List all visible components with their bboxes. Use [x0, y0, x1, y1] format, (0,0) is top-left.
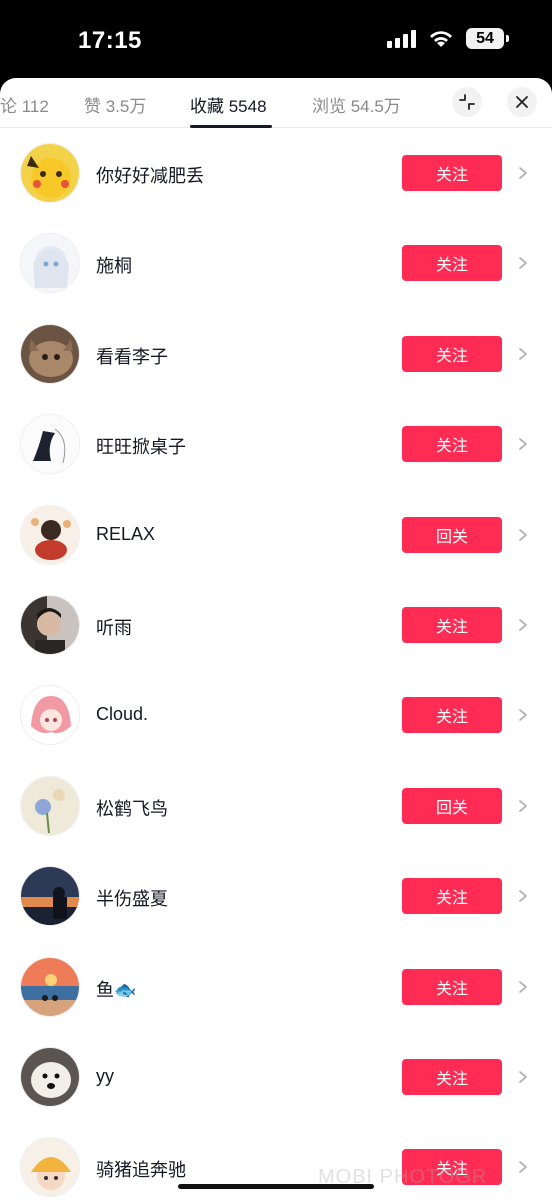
avatar[interactable] — [20, 233, 80, 294]
follow-button[interactable]: 关注 — [402, 335, 502, 372]
battery-level: 54 — [476, 29, 494, 47]
favorites-sheet: 论 112 赞 3.5万 收藏 5548 浏览 54.5万 你好好减肥丢 关注 施桐… — [0, 78, 552, 1200]
chevron-right-icon[interactable] — [516, 799, 530, 813]
chevron-right-icon[interactable] — [516, 618, 530, 632]
follow-button[interactable]: 关注 — [402, 697, 502, 734]
follow-button[interactable]: 关注 — [402, 426, 502, 463]
home-indicator[interactable] — [178, 1184, 374, 1189]
user-name[interactable]: Cloud. — [96, 704, 148, 725]
chevron-right-icon[interactable] — [516, 980, 530, 994]
list-item[interactable]: 半伤盛夏 关注 — [0, 851, 552, 941]
collapse-button[interactable] — [452, 87, 482, 117]
chevron-right-icon[interactable] — [516, 528, 530, 542]
chevron-right-icon[interactable] — [516, 708, 530, 722]
follow-back-button[interactable]: 回关 — [402, 787, 502, 824]
avatar[interactable] — [20, 956, 80, 1017]
list-item[interactable]: 施桐 关注 — [0, 218, 552, 308]
follow-button[interactable]: 关注 — [402, 968, 502, 1005]
user-name[interactable]: 半伤盛夏 — [96, 885, 168, 911]
user-name[interactable]: 鱼🐟 — [96, 976, 136, 1002]
tab-favorites[interactable]: 收藏 5548 — [190, 92, 267, 117]
wifi-icon — [430, 30, 452, 47]
avatar[interactable] — [20, 866, 80, 927]
chevron-right-icon[interactable] — [516, 1160, 530, 1174]
avatar[interactable] — [20, 594, 80, 655]
avatar[interactable] — [20, 143, 80, 203]
cellular-signal-icon — [387, 29, 416, 48]
tab-views[interactable]: 浏览 54.5万 — [312, 92, 401, 117]
follow-button[interactable]: 关注 — [402, 155, 502, 191]
list-item[interactable]: 听雨 关注 — [0, 580, 552, 670]
user-list: 你好好减肥丢 关注 施桐 关注 看看李子 关注 旺旺掀桌子 关注 RELAX 回关 听雨 关注 Clou… — [0, 128, 552, 1200]
follow-back-button[interactable]: 回关 — [402, 516, 502, 553]
list-item[interactable]: 鱼🐟 关注 — [0, 942, 552, 1032]
status-bar: 17:15 54 — [0, 0, 552, 80]
list-item[interactable]: 你好好减肥丢 关注 — [0, 128, 552, 218]
chevron-right-icon[interactable] — [516, 166, 530, 180]
avatar[interactable] — [20, 504, 80, 565]
list-item[interactable]: 看看李子 关注 — [0, 309, 552, 399]
user-name[interactable]: RELAX — [96, 524, 155, 545]
avatar[interactable] — [20, 1137, 80, 1198]
list-item[interactable]: yy 关注 — [0, 1032, 552, 1122]
chevron-right-icon[interactable] — [516, 347, 530, 361]
collapse-icon — [459, 94, 475, 110]
user-name[interactable]: 听雨 — [96, 614, 132, 640]
close-button[interactable] — [507, 87, 537, 117]
user-name[interactable]: 骑猪追奔驰 — [96, 1156, 186, 1182]
user-name[interactable]: 你好好减肥丢 — [96, 162, 204, 188]
user-name[interactable]: 看看李子 — [96, 343, 168, 369]
avatar[interactable] — [20, 323, 80, 384]
chevron-right-icon[interactable] — [516, 889, 530, 903]
chevron-right-icon[interactable] — [516, 1070, 530, 1084]
follow-button[interactable]: 关注 — [402, 1058, 502, 1095]
list-item[interactable]: 松鹤飞鸟 回关 — [0, 761, 552, 851]
chevron-right-icon[interactable] — [516, 437, 530, 451]
battery-indicator: 54 — [466, 28, 509, 49]
avatar[interactable] — [20, 775, 80, 836]
tab-likes[interactable]: 赞 3.5万 — [84, 92, 146, 117]
follow-button[interactable]: 关注 — [402, 245, 502, 282]
follow-button[interactable]: 关注 — [402, 606, 502, 643]
user-name[interactable]: 旺旺掀桌子 — [96, 433, 186, 459]
user-name[interactable]: 松鹤飞鸟 — [96, 795, 168, 821]
avatar[interactable] — [20, 1046, 80, 1107]
list-item[interactable]: Cloud. 关注 — [0, 670, 552, 760]
phone-screen: 17:15 54 论 112 赞 3.5万 收藏 5548 浏览 54.5万 你… — [0, 0, 552, 1200]
status-indicators: 54 — [387, 28, 509, 49]
status-time: 17:15 — [78, 27, 142, 54]
tab-comments[interactable]: 论 112 — [0, 92, 49, 117]
follow-button[interactable]: 关注 — [402, 878, 502, 915]
avatar[interactable] — [20, 685, 80, 746]
stats-tabs: 论 112 赞 3.5万 收藏 5548 浏览 54.5万 — [0, 78, 552, 128]
list-item[interactable]: RELAX 回关 — [0, 490, 552, 580]
user-name[interactable]: 施桐 — [96, 252, 132, 278]
list-item[interactable]: 旺旺掀桌子 关注 — [0, 399, 552, 489]
avatar[interactable] — [20, 414, 80, 475]
user-name[interactable]: yy — [96, 1066, 114, 1087]
chevron-right-icon[interactable] — [516, 256, 530, 270]
close-icon — [516, 96, 528, 108]
